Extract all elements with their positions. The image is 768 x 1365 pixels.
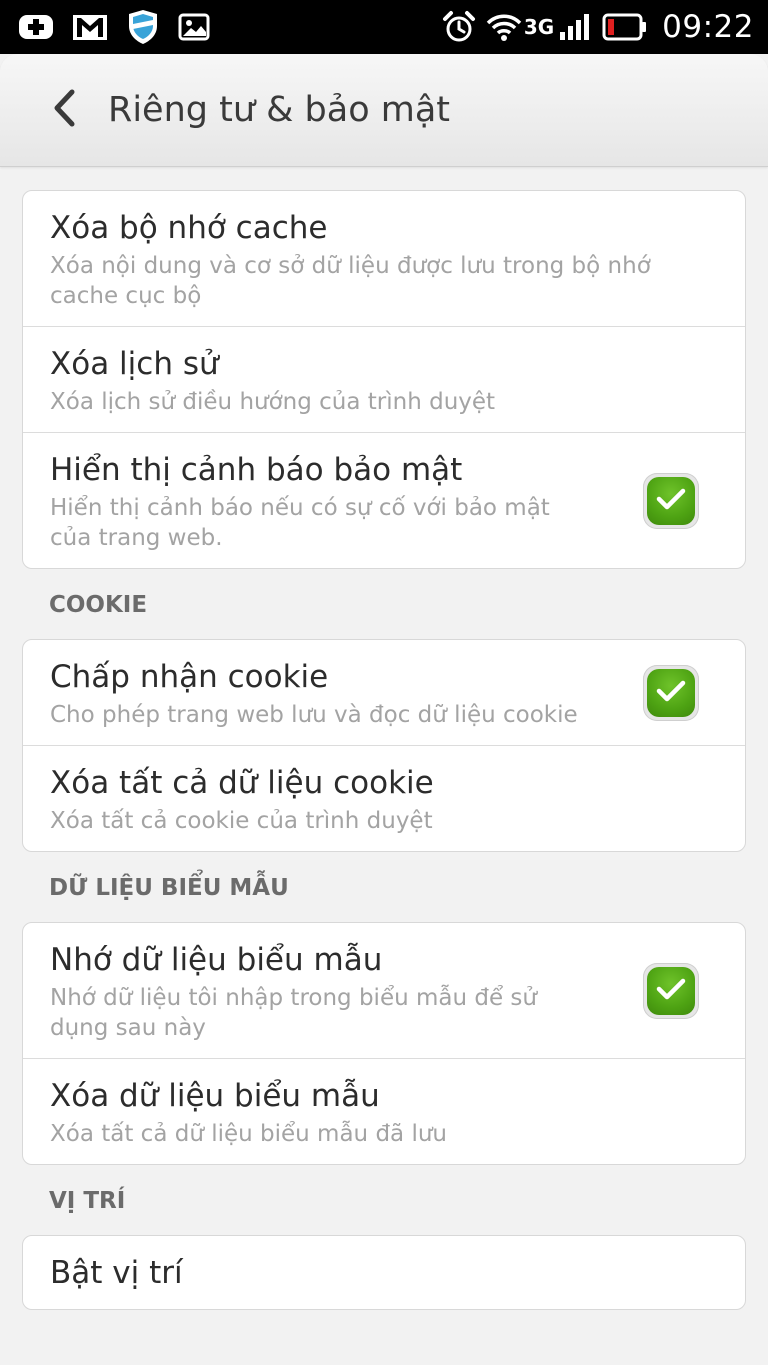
page-title: Riêng tư & bảo mật (108, 90, 451, 130)
gmail-icon (72, 12, 108, 42)
show-security-warnings-item[interactable]: Hiển thị cảnh báo bảo mật Hiển thị cảnh … (23, 433, 745, 568)
item-title: Xóa lịch sử (50, 346, 219, 382)
shield-icon (126, 8, 160, 46)
item-title: Nhớ dữ liệu biểu mẫu (50, 942, 383, 978)
add-box-icon (18, 12, 54, 42)
battery-low-icon (602, 12, 648, 42)
app-header: Riêng tư & bảo mật (0, 54, 768, 167)
network-type-label: 3G (523, 15, 555, 39)
accept-cookies-checkbox[interactable] (643, 664, 699, 721)
item-title: Bật vị trí (50, 1255, 183, 1291)
item-subtitle: Cho phép trang web lưu và đọc dữ liệu co… (50, 702, 578, 728)
alarm-icon (442, 10, 476, 44)
security-warnings-checkbox[interactable] (643, 472, 699, 529)
notification-icons (18, 8, 210, 46)
item-title: Xóa bộ nhớ cache (50, 210, 328, 246)
settings-card-location: Bật vị trí (22, 1235, 746, 1310)
status-bar: 3G 09:22 (0, 0, 768, 54)
accept-cookies-item[interactable]: Chấp nhận cookie Cho phép trang web lưu … (23, 640, 745, 746)
back-button[interactable] (40, 84, 88, 136)
wifi-icon (486, 12, 522, 42)
settings-card-cookie: Chấp nhận cookie Cho phép trang web lưu … (22, 639, 746, 852)
item-title: Xóa dữ liệu biểu mẫu (50, 1078, 380, 1114)
item-subtitle: Xóa lịch sử điều hướng của trình duyệt (50, 389, 496, 415)
remember-form-data-checkbox[interactable] (643, 962, 699, 1019)
item-title: Hiển thị cảnh báo bảo mật (50, 452, 463, 488)
clock: 09:22 (662, 9, 754, 45)
item-title: Chấp nhận cookie (50, 659, 329, 695)
system-icons: 3G 09:22 (442, 6, 754, 48)
chevron-left-icon (49, 88, 79, 132)
section-header-form-data: DỮ LIỆU BIỂU MẪU (49, 875, 289, 901)
item-subtitle: Xóa tất cả dữ liệu biểu mẫu đã lưu (50, 1121, 447, 1147)
item-subtitle: Xóa tất cả cookie của trình duyệt (50, 808, 433, 834)
remember-form-data-item[interactable]: Nhớ dữ liệu biểu mẫu Nhớ dữ liệu tôi nhậ… (23, 923, 745, 1059)
check-icon (656, 977, 686, 1005)
item-subtitle: Nhớ dữ liệu tôi nhập trong biểu mẫu để s… (50, 985, 537, 1041)
clear-form-data-item[interactable]: Xóa dữ liệu biểu mẫu Xóa tất cả dữ liệu … (23, 1059, 745, 1164)
settings-card-general: Xóa bộ nhớ cache Xóa nội dung và cơ sở d… (22, 190, 746, 569)
image-icon (178, 13, 210, 41)
section-header-cookie: COOKIE (49, 592, 148, 618)
check-icon (656, 679, 686, 707)
item-subtitle: Xóa nội dung và cơ sở dữ liệu được lưu t… (50, 253, 651, 309)
clear-history-item[interactable]: Xóa lịch sử Xóa lịch sử điều hướng của t… (23, 327, 745, 433)
settings-card-form-data: Nhớ dữ liệu biểu mẫu Nhớ dữ liệu tôi nhậ… (22, 922, 746, 1165)
item-title: Xóa tất cả dữ liệu cookie (50, 765, 434, 801)
enable-location-item[interactable]: Bật vị trí (23, 1236, 745, 1309)
signal-icon (558, 12, 592, 42)
check-icon (656, 487, 686, 515)
clear-cookies-item[interactable]: Xóa tất cả dữ liệu cookie Xóa tất cả coo… (23, 746, 745, 851)
item-subtitle: Hiển thị cảnh báo nếu có sự cố với bảo m… (50, 495, 550, 551)
settings-list: Xóa bộ nhớ cache Xóa nội dung và cơ sở d… (0, 190, 768, 1310)
clear-cache-item[interactable]: Xóa bộ nhớ cache Xóa nội dung và cơ sở d… (23, 191, 745, 327)
section-header-location: VỊ TRÍ (49, 1188, 126, 1214)
